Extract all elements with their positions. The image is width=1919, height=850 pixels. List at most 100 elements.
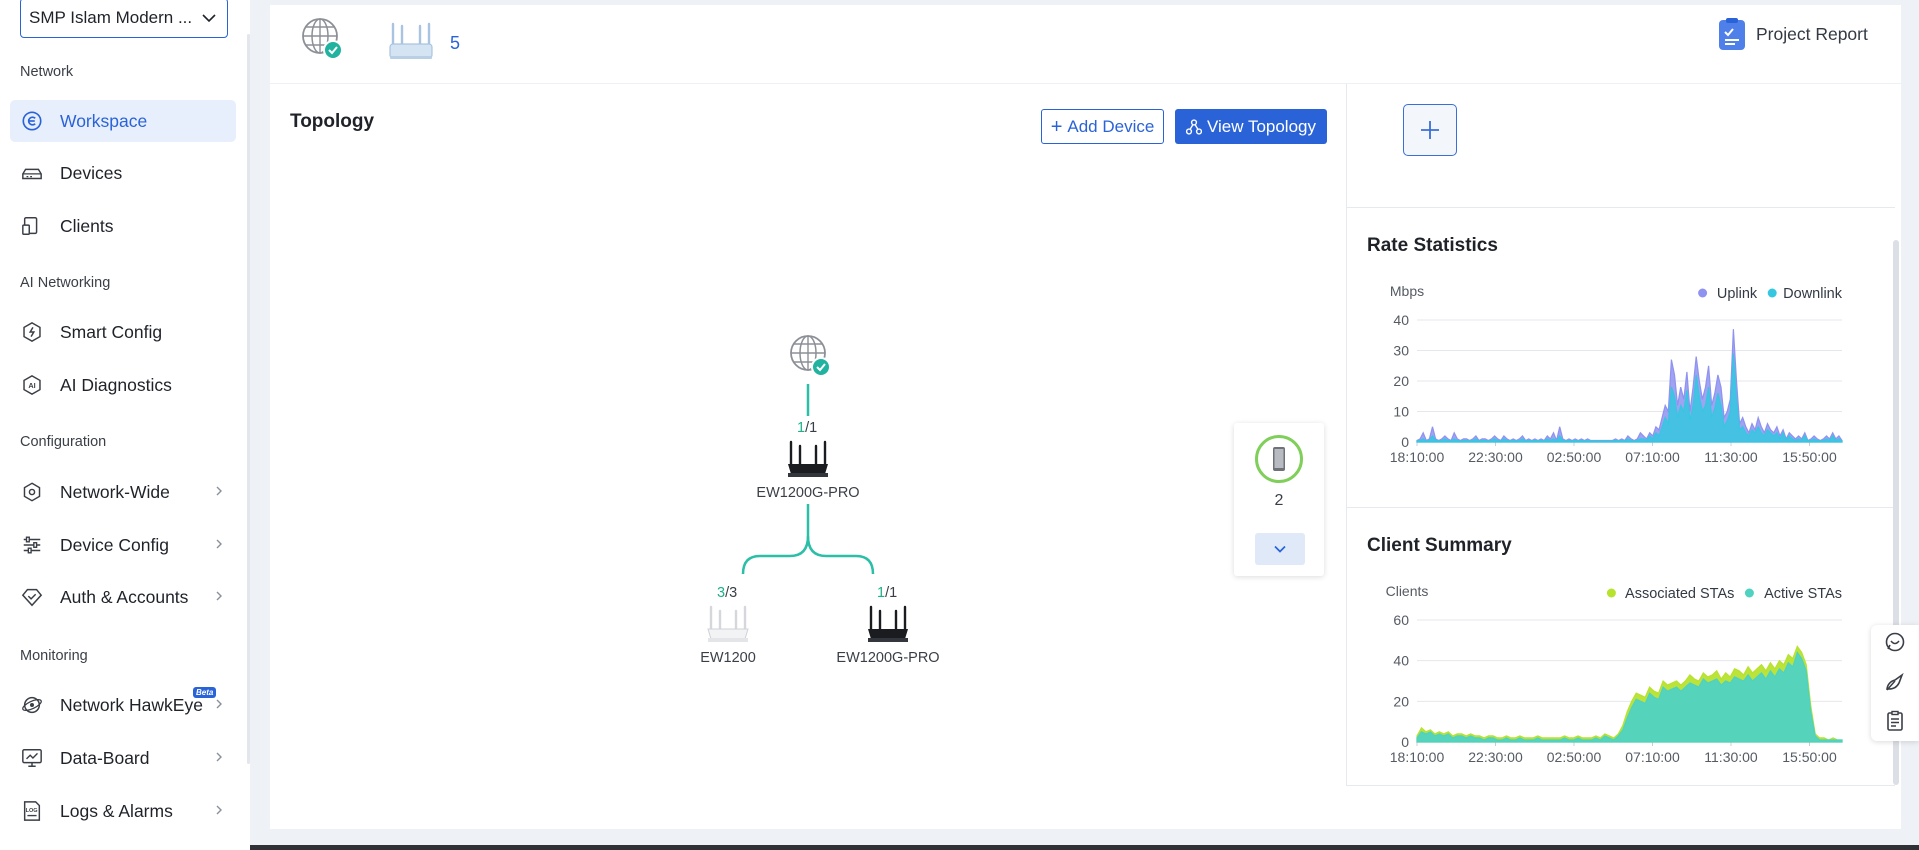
internet-globe-icon[interactable] (788, 333, 834, 379)
group-configuration: Configuration (20, 434, 107, 450)
chevron-right-icon (216, 699, 222, 709)
ai-diagnostics-icon: AI (20, 373, 44, 397)
legend-marker (1698, 288, 1708, 298)
y-tick-label: 20 (1393, 693, 1409, 709)
client-count: 2 (1274, 492, 1284, 509)
legend-label: Active STAs (1764, 586, 1842, 602)
smart-config-icon (20, 320, 44, 344)
client-icon (20, 214, 44, 238)
sidebar-item-network-wide[interactable]: Network-Wide (10, 471, 236, 513)
add-device-label: Add Device (1067, 116, 1155, 136)
workspace-icon (20, 109, 44, 133)
chat-icon[interactable] (1884, 631, 1906, 653)
child-device-name: EW1200G-PRO (836, 650, 940, 666)
x-tick-label: 02:50:00 (1547, 449, 1602, 465)
group-monitoring: Monitoring (20, 648, 88, 664)
add-widget-button[interactable] (1403, 104, 1457, 156)
y-unit-label: Mbps (1390, 283, 1424, 299)
client-summary-chart[interactable]: Clients Active STAs Associated STAs 0 20 40 60… (1367, 570, 1857, 770)
device-count[interactable]: 5 (450, 33, 460, 54)
project-report-button[interactable]: Project Report (1718, 18, 1868, 50)
rate-statistics-title: Rate Statistics (1367, 235, 1498, 256)
sliders-icon (20, 533, 44, 557)
plus-icon: + (1050, 115, 1063, 138)
sidebar-item-data-board[interactable]: Data-Board (10, 737, 236, 779)
client-summary-title: Client Summary (1367, 535, 1512, 556)
x-tick-label: 07:10:00 (1625, 749, 1680, 765)
diamond-check-icon (20, 585, 44, 609)
sidebar-scrollbar[interactable] (247, 34, 250, 764)
group-network: Network (20, 64, 74, 80)
view-topology-button[interactable]: View Topology (1175, 109, 1327, 144)
floating-toolbar (1871, 625, 1919, 741)
router-icon[interactable] (705, 605, 751, 645)
y-tick-label: 20 (1393, 373, 1409, 389)
sidebar-item-label: Data-Board (60, 747, 150, 768)
clipboard-icon[interactable] (1884, 710, 1906, 732)
x-tick-label: 22:30:00 (1468, 449, 1523, 465)
y-tick-label: 60 (1393, 612, 1409, 628)
sidebar-item-label: AI Diagnostics (60, 374, 172, 395)
root-device-name: EW1200G-PRO (756, 485, 860, 501)
add-device-button[interactable]: + Add Device (1041, 109, 1164, 144)
sidebar-item-workspace[interactable]: Workspace (10, 100, 236, 142)
svg-text:AI: AI (28, 381, 35, 390)
sidebar-item-device-config[interactable]: Device Config (10, 524, 236, 566)
divider (270, 83, 1901, 84)
sidebar-item-ai-diagnostics[interactable]: AI AI Diagnostics (10, 364, 236, 406)
sidebar-item-devices[interactable]: Devices (10, 152, 236, 194)
log-document-icon: LOG (20, 799, 44, 823)
root-ratio: 1/1 (797, 420, 818, 436)
chevron-right-icon (216, 591, 222, 601)
series-area-uplink (1416, 329, 1843, 443)
feedback-icon[interactable] (1884, 671, 1906, 693)
legend-label: Uplink (1717, 286, 1758, 302)
x-tick-label: 11:30:00 (1704, 749, 1758, 765)
sidebar-item-label: Clients (60, 215, 114, 236)
svg-text:LOG: LOG (26, 808, 38, 814)
rate-statistics-chart[interactable]: Mbps Downlink Uplink 0 10 20 30 40 18:10:00 22:30… (1367, 270, 1857, 470)
view-topology-label: View Topology (1206, 116, 1316, 136)
chevron-down-icon (202, 14, 216, 23)
y-tick-label: 0 (1401, 734, 1409, 750)
child-ratio: 3/3 (717, 585, 738, 601)
y-tick-label: 40 (1393, 312, 1409, 328)
chevron-right-icon (216, 752, 222, 762)
chevron-right-icon (216, 539, 222, 549)
child-ratio: 1/1 (877, 585, 898, 601)
sidebar-item-label: Logs & Alarms (60, 800, 173, 821)
expand-clients-button[interactable] (1255, 533, 1305, 565)
router-icon[interactable] (865, 605, 911, 645)
sidebar-item-network-hawkeye[interactable]: Network HawkEye Beta (10, 684, 236, 726)
sidebar-item-smart-config[interactable]: Smart Config (10, 311, 236, 353)
device-icon (20, 161, 44, 185)
x-tick-label: 07:10:00 (1625, 449, 1680, 465)
x-tick-label: 02:50:00 (1547, 749, 1602, 765)
phone-icon (1255, 435, 1303, 483)
divider (1347, 785, 1895, 786)
y-tick-label: 10 (1393, 404, 1409, 420)
series-area-downlink (1416, 353, 1843, 443)
divider (1347, 507, 1895, 508)
sidebar-item-label: Workspace (60, 110, 148, 131)
internet-globe-icon[interactable] (300, 16, 346, 62)
sidebar-item-logs-alarms[interactable]: LOG Logs & Alarms (10, 790, 236, 832)
x-tick-label: 15:50:00 (1782, 449, 1837, 465)
chevron-right-icon (216, 805, 222, 815)
sidebar-item-label: Smart Config (60, 321, 163, 342)
chevron-down-icon (1274, 545, 1286, 553)
sidebar-item-clients[interactable]: Clients (10, 205, 236, 247)
legend-marker (1606, 588, 1616, 598)
child-device-name: EW1200 (700, 650, 756, 666)
x-tick-label: 18:10:00 (1390, 449, 1445, 465)
project-selector[interactable]: SMP Islam Modern ... (20, 0, 228, 38)
router-icon[interactable] (785, 440, 831, 480)
divider (1346, 84, 1347, 786)
sidebar-item-label: Network-Wide (60, 481, 170, 502)
eye-orbit-icon (20, 693, 44, 717)
router-icon (389, 22, 433, 59)
sidebar-item-auth-accounts[interactable]: Auth & Accounts (10, 576, 236, 618)
client-summary-card[interactable]: 2 (1234, 423, 1324, 576)
legend-marker (1767, 288, 1777, 298)
chevron-right-icon (216, 486, 222, 496)
